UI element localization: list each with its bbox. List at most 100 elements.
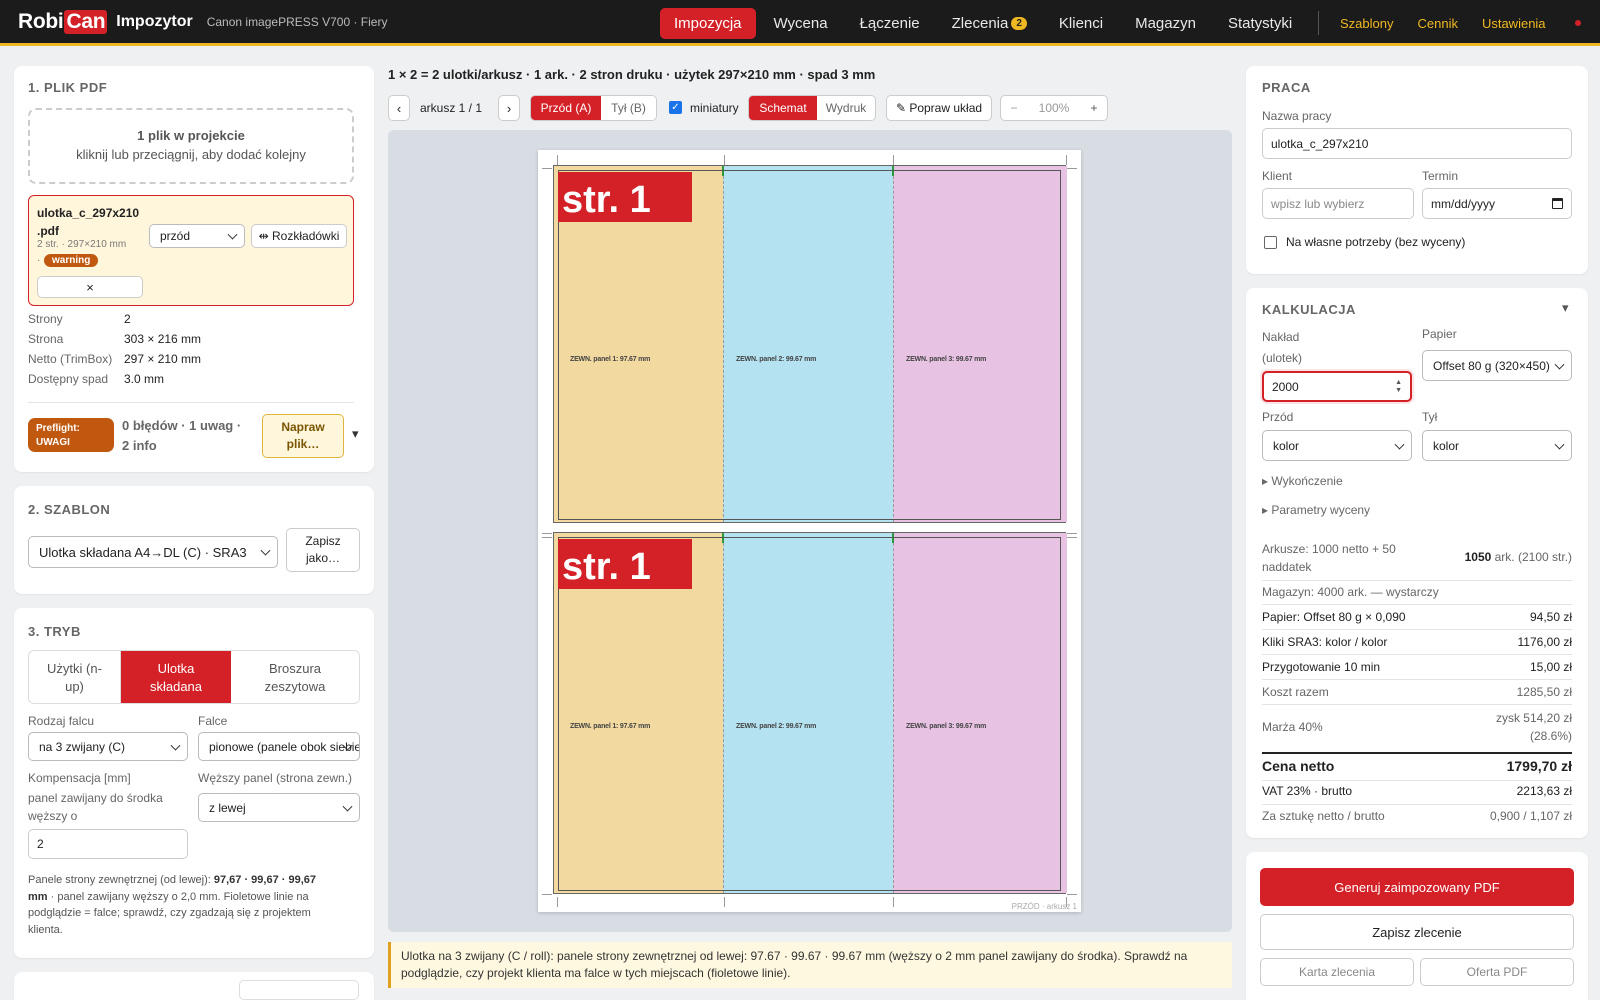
spreads-button[interactable]: ⇹ Rozkładówki (251, 224, 347, 248)
app-name: Impozytor (116, 12, 193, 30)
front-color-select[interactable]: kolor (1262, 430, 1412, 461)
pricing-params-toggle[interactable]: ▸ Parametry wyceny (1262, 503, 1370, 517)
view-print-button[interactable]: Wydruk (817, 96, 875, 120)
mode-card: 3. TRYB Użytki (n-up) Ulotka składana Bro… (14, 608, 374, 958)
back-color-select[interactable]: kolor (1422, 430, 1572, 461)
paper-select[interactable]: Offset 80 g (320×450) (1422, 350, 1572, 381)
panel-2-label: ZEWN. panel 2: 99.67 mm (736, 723, 817, 730)
preflight-badge: Preflight: UWAGI (28, 418, 114, 452)
save-order-button[interactable]: Zapisz zlecenie (1260, 914, 1574, 950)
zoom-in-button[interactable]: + (1081, 101, 1107, 115)
next-sheet-button[interactable]: › (498, 95, 520, 121)
due-date-label: Termin (1422, 169, 1459, 183)
save-template-button[interactable]: Zapisz jako… (286, 528, 360, 572)
fold-type-select[interactable]: na 3 zwijany (C) (28, 732, 188, 761)
fold-notice: Ulotka na 3 zwijany (C / roll): panele s… (388, 942, 1232, 988)
fix-layout-button[interactable]: ✎ Popraw układ (886, 95, 992, 121)
job-name-label: Nazwa pracy (1262, 109, 1332, 123)
file-name: ulotka_c_297x210 .pdf (37, 206, 140, 238)
view-schema-button[interactable]: Schemat (749, 96, 817, 120)
preflight-summary: 0 błędów · 1 uwag · 2 info (122, 418, 242, 453)
quantity-input[interactable]: 2000 ▲ ▼ (1262, 371, 1412, 402)
job-card: PRACA Nazwa pracy ulotka_c_297x210 Klien… (1246, 66, 1588, 274)
nav-magazyn[interactable]: Magazyn (1121, 8, 1210, 39)
cost-line-prep: Przygotowanie 10 min 15,00 zł (1262, 660, 1572, 674)
layout-summary: 1 × 2 = 2 ulotki/arkusz · 1 ark. · 2 str… (388, 67, 876, 82)
client-label: Klient (1262, 169, 1293, 183)
link-cennik[interactable]: Cennik (1417, 16, 1457, 31)
tab-booklet[interactable]: Broszura zeszytowa (231, 651, 359, 703)
nav-laczenie[interactable]: Łączenie (846, 8, 934, 39)
thumbnails-checkbox[interactable]: ✓ (669, 101, 682, 114)
compensation-desc: panel zawijany do środka węższy o (28, 791, 163, 823)
sheet-counter: arkusz 1 / 1 (420, 101, 483, 115)
pdf-card-title: 1. PLIK PDF (28, 80, 108, 95)
status-dot-icon (1575, 20, 1581, 26)
offer-pdf-button[interactable]: Oferta PDF (1420, 958, 1574, 986)
nav-wycena[interactable]: Wycena (760, 8, 842, 39)
nav-divider (1318, 11, 1319, 35)
template-card-title: 2. SZABLON (28, 502, 111, 517)
preflight-expand-icon[interactable]: ▾ (352, 426, 359, 442)
zoom-out-button[interactable]: − (1001, 101, 1027, 115)
own-needs-checkbox[interactable] (1264, 236, 1277, 249)
quantity-label: Nakład (ulotek) (1262, 330, 1303, 365)
main-nav: Impozycja Wycena Łączenie Zlecenia 2 Klie… (660, 8, 1310, 39)
side-toggle: Przód (A) Tył (B) (530, 95, 657, 121)
side-front-button[interactable]: Przód (A) (531, 96, 601, 120)
nav-impozycja[interactable]: Impozycja (660, 8, 756, 39)
pdf-file-item[interactable]: ulotka_c_297x210 .pdf 2 str. · 297×210 m… (28, 195, 354, 306)
job-name-input[interactable]: ulotka_c_297x210 (1262, 128, 1572, 159)
link-ustawienia[interactable]: Ustawienia (1482, 16, 1546, 31)
sheet-footer: PRZÓD · arkusz 1 (1011, 902, 1077, 911)
cost-line-paper: Papier: Offset 80 g × 0,090 94,50 zł (1262, 610, 1572, 624)
tab-nup[interactable]: Użytki (n-up) (29, 651, 121, 703)
logo[interactable]: Robi Can (18, 9, 108, 34)
calc-collapse-icon[interactable]: ▾ (1562, 300, 1569, 316)
leaflet-1[interactable]: str. 1 ZEWN. panel 1: 97.67 mm ZEWN. pan… (553, 165, 1067, 523)
page-label: str. 1 (558, 172, 692, 222)
quantity-stepper-icon[interactable]: ▲ ▼ (1395, 379, 1402, 395)
client-input[interactable]: wpisz lub wybierz (1262, 188, 1414, 219)
vat-gross: VAT 23% · brutto 2213,63 zł (1262, 784, 1572, 798)
generate-pdf-button[interactable]: Generuj zaimpozowany PDF (1260, 868, 1574, 906)
pdf-card: 1. PLIK PDF 1 plik w projekcie kliknij l… (14, 66, 374, 472)
net-price: Cena netto 1799,70 zł (1262, 758, 1572, 774)
nav-zlecenia[interactable]: Zlecenia 2 (938, 8, 1041, 39)
next-card-stub (14, 972, 374, 1000)
thumbnails-label: miniatury (690, 101, 739, 115)
sheets-summary: Arkusze: 1000 netto + 50 naddatek 1050 a… (1262, 542, 1572, 574)
remove-file-button[interactable]: × (37, 276, 143, 298)
link-szablony[interactable]: Szablony (1340, 16, 1393, 31)
narrow-panel-select[interactable]: z lewej (198, 793, 360, 822)
unit-price: Za sztukę netto / brutto 0,900 / 1,107 zł (1262, 809, 1572, 823)
own-needs-label: Na własne potrzeby (bez wyceny) (1286, 235, 1466, 249)
nav-statystyki[interactable]: Statystyki (1214, 8, 1306, 39)
template-select[interactable]: Ulotka składana A4→DL (C) · SRA3 (28, 536, 278, 568)
fix-file-button[interactable]: Napraw plik… (262, 414, 344, 458)
order-card-button[interactable]: Karta zlecenia (1260, 958, 1414, 986)
due-date-input[interactable]: mm/dd/yyyy (1422, 188, 1572, 219)
preview-canvas[interactable]: str. 1 ZEWN. panel 1: 97.67 mm ZEWN. pan… (388, 130, 1232, 932)
zoom-control: − 100% + (1000, 95, 1108, 121)
stock-status: Magazyn: 4000 ark. — wystarczy (1262, 585, 1439, 599)
panel-1-label: ZEWN. panel 1: 97.67 mm (570, 356, 651, 363)
warning-badge: warning (44, 254, 99, 267)
leaflet-2[interactable]: str. 1 ZEWN. panel 1: 97.67 mm ZEWN. pan… (553, 532, 1067, 894)
compensation-input[interactable]: 2 (28, 829, 188, 859)
pdf-dropzone[interactable]: 1 plik w projekcie kliknij lub przeciągn… (28, 108, 354, 184)
mode-card-title: 3. TRYB (28, 624, 81, 639)
compensation-label: Kompensacja [mm] (28, 771, 131, 785)
tab-folded-leaflet[interactable]: Ulotka składana (121, 651, 231, 703)
file-side-select[interactable]: przód (149, 224, 245, 248)
calendar-icon[interactable] (1552, 198, 1563, 209)
panel-2-label: ZEWN. panel 2: 99.67 mm (736, 356, 817, 363)
folds-select[interactable]: pionowe (panele obok siebie) (198, 732, 360, 761)
pdf-info: Strony 2 Strona 303 × 216 mm Netto (TrimBo… (28, 312, 202, 386)
margin-row: Marża 40% zysk 514,20 zł (28.6%) (1262, 711, 1572, 743)
paper-label: Papier (1422, 327, 1457, 341)
side-back-button[interactable]: Tył (B) (601, 96, 656, 120)
nav-klienci[interactable]: Klienci (1045, 8, 1117, 39)
finishing-toggle[interactable]: ▸ Wykończenie (1262, 474, 1343, 488)
prev-sheet-button[interactable]: ‹ (388, 95, 410, 121)
